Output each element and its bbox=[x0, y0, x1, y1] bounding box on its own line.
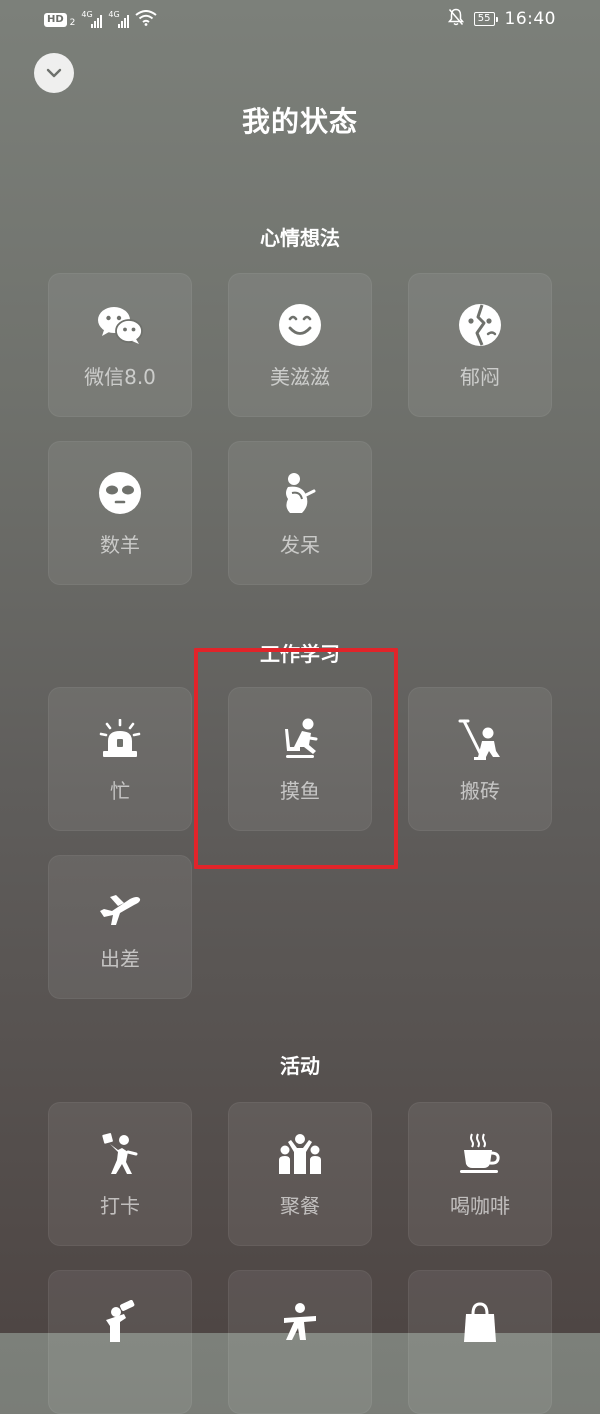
status-bar: HD 2 4G 4G 55 16:40 bbox=[0, 0, 600, 40]
status-tile-checkin[interactable]: 打卡 bbox=[48, 1102, 192, 1246]
status-tile-label: 数羊 bbox=[100, 533, 140, 557]
battery-level: 55 bbox=[473, 12, 498, 26]
sad-face-icon bbox=[408, 303, 552, 347]
status-tile-label: 发呆 bbox=[280, 533, 320, 557]
status-tile-label: 郁闷 bbox=[460, 365, 500, 389]
sim-index: 2 bbox=[69, 18, 76, 28]
shopping-bag-icon bbox=[408, 1300, 552, 1344]
status-tile-partial[interactable] bbox=[48, 1270, 192, 1414]
section-title-mood: 心情想法 bbox=[260, 226, 340, 250]
person-exercise-icon bbox=[228, 1300, 372, 1344]
signal-icon: 4G bbox=[81, 10, 103, 28]
status-tile-happy[interactable]: 美滋滋 bbox=[228, 273, 372, 417]
running-person-icon bbox=[48, 1132, 192, 1176]
group-icon bbox=[228, 1132, 372, 1176]
status-right: 55 16:40 bbox=[447, 8, 556, 30]
status-tile-label: 出差 bbox=[100, 947, 140, 971]
section-title-activity: 活动 bbox=[280, 1054, 320, 1078]
wifi-icon bbox=[135, 10, 158, 30]
status-tile-business-trip[interactable]: 出差 bbox=[48, 855, 192, 999]
hd-badge: HD bbox=[44, 13, 67, 27]
status-tile-grinding[interactable]: 搬砖 bbox=[408, 687, 552, 831]
coffee-cup-icon bbox=[408, 1132, 552, 1176]
status-left: HD 2 4G 4G bbox=[44, 10, 158, 30]
network-type-label: 4G bbox=[108, 10, 120, 19]
status-tile-label: 喝咖啡 bbox=[450, 1194, 510, 1218]
wechat-icon bbox=[48, 303, 192, 347]
chevron-down-icon bbox=[45, 64, 63, 83]
clock: 16:40 bbox=[504, 9, 556, 29]
status-tile-label: 忙 bbox=[110, 779, 130, 803]
collapse-button[interactable] bbox=[34, 53, 74, 93]
alarm-light-icon bbox=[48, 717, 192, 761]
status-tile-counting-sheep[interactable]: 数羊 bbox=[48, 441, 192, 585]
status-tile-busy[interactable]: 忙 bbox=[48, 687, 192, 831]
status-tile-dinner[interactable]: 聚餐 bbox=[228, 1102, 372, 1246]
signal-icon: 4G bbox=[108, 10, 130, 28]
bell-off-icon bbox=[447, 8, 464, 30]
smile-icon bbox=[228, 303, 372, 347]
daze-icon bbox=[228, 471, 372, 515]
status-tile-gloomy[interactable]: 郁闷 bbox=[408, 273, 552, 417]
network-type-label: 4G bbox=[81, 10, 93, 19]
status-tile-coffee[interactable]: 喝咖啡 bbox=[408, 1102, 552, 1246]
selection-highlight bbox=[194, 648, 398, 869]
status-tile-wechat8[interactable]: 微信8.0 bbox=[48, 273, 192, 417]
status-tile-label: 美滋滋 bbox=[270, 365, 330, 389]
sleepy-face-icon bbox=[48, 471, 192, 515]
status-tile-label: 聚餐 bbox=[280, 1194, 320, 1218]
status-tile-partial[interactable] bbox=[408, 1270, 552, 1414]
status-tile-label: 微信8.0 bbox=[84, 365, 156, 389]
airplane-icon bbox=[48, 885, 192, 929]
status-tile-daze[interactable]: 发呆 bbox=[228, 441, 372, 585]
page-title: 我的状态 bbox=[241, 105, 358, 138]
status-tile-partial[interactable] bbox=[228, 1270, 372, 1414]
status-tile-label: 打卡 bbox=[100, 1194, 140, 1218]
person-lifting-icon bbox=[408, 717, 552, 761]
status-tile-label: 搬砖 bbox=[460, 779, 500, 803]
person-drinking-icon bbox=[48, 1300, 192, 1344]
